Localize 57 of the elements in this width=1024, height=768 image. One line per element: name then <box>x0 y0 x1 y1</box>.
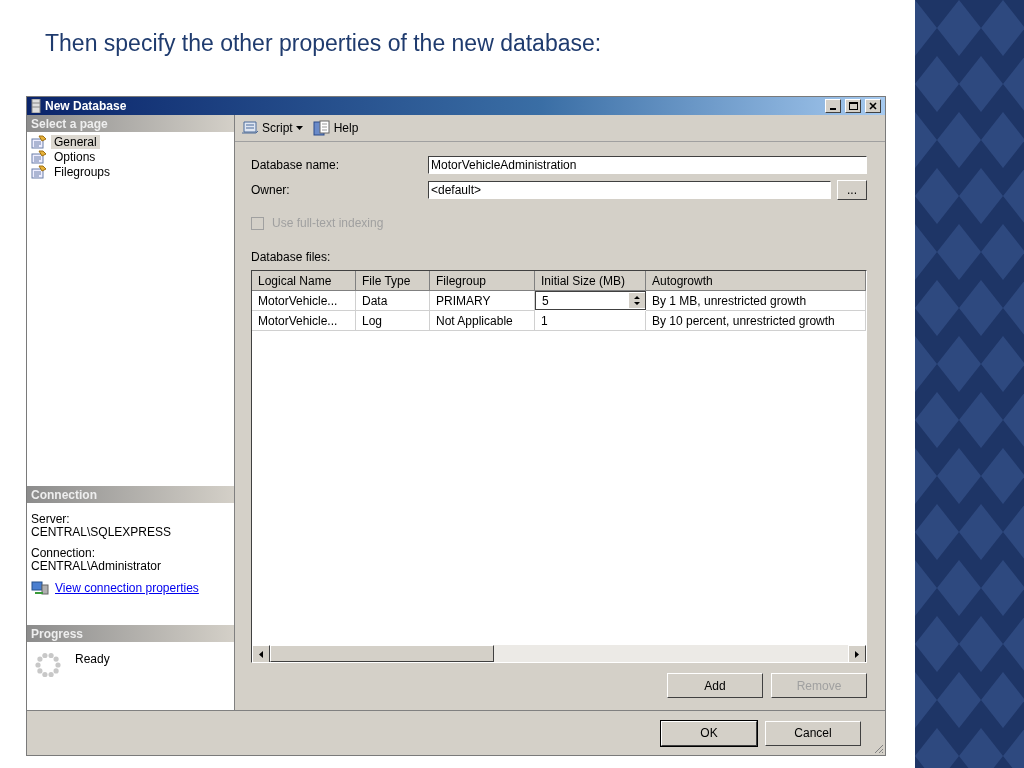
column-header[interactable]: Filegroup <box>430 271 535 291</box>
cancel-button[interactable]: Cancel <box>765 720 861 746</box>
size-spinner[interactable]: 5 <box>535 291 646 310</box>
info-value: CENTRAL\Administrator <box>31 560 163 573</box>
close-icon <box>869 102 877 110</box>
progress-status: Ready <box>75 652 110 668</box>
minimize-button[interactable] <box>825 99 841 113</box>
page-icon <box>31 150 47 164</box>
section-header: Select a page <box>27 115 234 132</box>
table-cell: By 1 MB, unrestricted growth <box>646 291 866 311</box>
maximize-icon <box>848 102 858 110</box>
help-icon <box>312 120 331 136</box>
table-cell: Data <box>356 291 430 311</box>
right-arrow-icon <box>855 650 859 658</box>
caret-icon <box>295 126 303 130</box>
column-header[interactable]: Autogrowth <box>646 271 866 291</box>
scroll-icon <box>241 120 259 136</box>
table-cell: Not Applicable <box>430 311 535 331</box>
text-field[interactable]: <default> <box>428 181 831 199</box>
page-item[interactable]: General <box>51 135 100 149</box>
slide-title: Then specify the other properties of the new database: <box>45 30 603 58</box>
column-header[interactable]: Initial Size (MB) <box>535 271 646 291</box>
network-icon <box>31 581 49 595</box>
page-item[interactable]: Filegroups <box>51 165 114 179</box>
window-title: New Database <box>45 99 128 113</box>
info-value: CENTRAL\SQLEXPRESS <box>31 526 173 539</box>
spin-arrows-icon <box>629 293 645 308</box>
table-cell: MotorVehicle... <box>252 311 356 331</box>
table-cell: MotorVehicle... <box>252 291 356 311</box>
help-button[interactable]: Help <box>310 120 361 136</box>
database-icon <box>31 99 41 113</box>
table-cell: By 10 percent, unrestricted growth <box>646 311 866 331</box>
table-cell: Log <box>356 311 430 331</box>
info-label: Connection: <box>31 547 97 560</box>
left-arrow-icon <box>259 650 263 658</box>
maximize-button[interactable] <box>845 99 861 113</box>
page-icon <box>31 165 47 179</box>
browse-button[interactable]: ... <box>837 180 867 200</box>
column-header[interactable]: Logical Name <box>252 271 356 291</box>
column-header[interactable]: File Type <box>356 271 430 291</box>
section-label: Database files: <box>251 250 332 264</box>
horizontal-scrollbar[interactable] <box>252 645 866 662</box>
spinner-icon <box>35 652 61 678</box>
script-button[interactable]: Script <box>239 120 305 136</box>
field-label: Owner: <box>251 183 291 197</box>
info-label: Server: <box>31 513 71 526</box>
text-field[interactable]: MotorVehicleAdministration <box>428 156 867 174</box>
ok-button[interactable]: OK <box>661 720 757 746</box>
section-header: Progress <box>27 625 234 642</box>
page-icon <box>31 135 47 149</box>
connection-link[interactable]: View connection properties <box>55 581 199 595</box>
section-header: Connection <box>27 486 234 503</box>
add-button[interactable]: Add <box>667 673 763 698</box>
field-label: Database name: <box>251 158 341 172</box>
close-button[interactable] <box>865 99 881 113</box>
table-cell: 1 <box>535 311 646 331</box>
page-item[interactable]: Options <box>51 150 99 164</box>
